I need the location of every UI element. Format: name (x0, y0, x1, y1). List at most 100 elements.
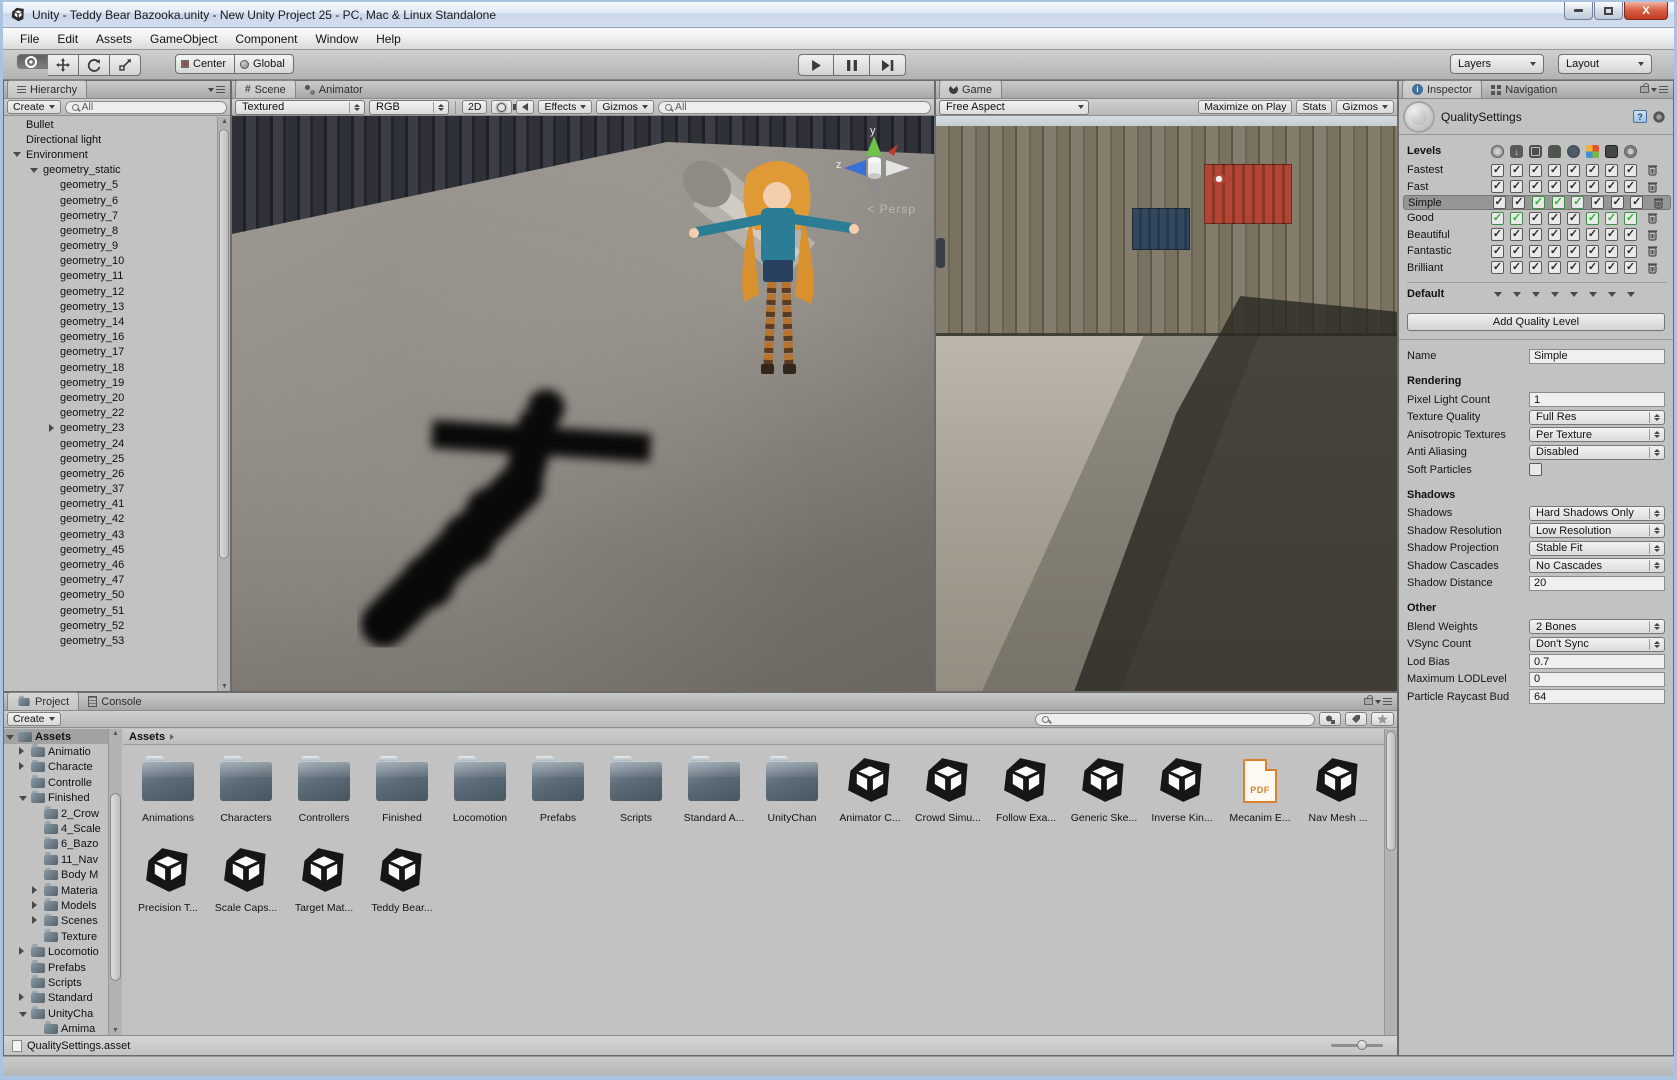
play-button[interactable] (798, 54, 834, 76)
platform-enabled-checkbox[interactable]: ✓ (1491, 244, 1504, 258)
hierarchy-item[interactable]: Environment (4, 147, 217, 162)
slider-knob[interactable] (1357, 1040, 1367, 1050)
quality-level-row[interactable]: Fast ✓ ✓ ✓ ✓ ✓ ✓ ✓ ✓ (1407, 179, 1667, 196)
render-channels-dropdown[interactable]: RGB (369, 99, 449, 115)
hierarchy-item[interactable]: geometry_22 (4, 406, 217, 421)
foldout-closed-icon[interactable] (19, 746, 24, 758)
project-tree-item[interactable]: Locomotio (4, 944, 121, 959)
asset-item[interactable]: Teddy Bear... (363, 843, 441, 929)
menu-item-help[interactable]: Help (367, 29, 410, 49)
platform-enabled-checkbox[interactable]: ✓ (1586, 228, 1599, 242)
platform-enabled-checkbox[interactable]: ✓ (1624, 163, 1637, 177)
hierarchy-item[interactable]: geometry_43 (4, 527, 217, 542)
pause-button[interactable] (834, 54, 870, 76)
scroll-down-icon[interactable]: ▼ (220, 683, 229, 690)
project-tree-item[interactable]: 4_Scale (4, 821, 121, 836)
delete-level-icon[interactable] (1645, 211, 1659, 225)
field-input[interactable]: 0 (1529, 671, 1665, 687)
foldout-open-icon[interactable] (12, 152, 22, 158)
platform-enabled-checkbox[interactable]: ✓ (1605, 211, 1618, 225)
platform-enabled-checkbox[interactable]: ✓ (1548, 180, 1561, 194)
project-tree-item[interactable]: 2_Crow (4, 805, 121, 821)
hierarchy-item[interactable]: geometry_47 (4, 573, 217, 588)
default-quality-dropdown[interactable] (1605, 291, 1618, 297)
asset-item[interactable]: Scale Caps... (207, 843, 285, 929)
game-viewport[interactable] (936, 116, 1397, 691)
hierarchy-item[interactable]: geometry_7 (4, 208, 217, 223)
project-create-button[interactable]: Create (7, 712, 61, 726)
foldout-closed-icon[interactable] (32, 885, 37, 897)
hierarchy-item[interactable]: geometry_14 (4, 314, 217, 329)
lock-icon[interactable] (1640, 83, 1649, 93)
platform-enabled-checkbox[interactable]: ✓ (1605, 244, 1618, 258)
project-tree-item[interactable]: Characte (4, 759, 121, 775)
platform-enabled-checkbox[interactable]: ✓ (1512, 196, 1526, 209)
menu-item-gameobject[interactable]: GameObject (141, 29, 226, 49)
platform-enabled-checkbox[interactable]: ✓ (1529, 228, 1542, 242)
platform-enabled-checkbox[interactable]: ✓ (1624, 228, 1637, 242)
tab-console[interactable]: Console (79, 693, 150, 710)
platform-enabled-checkbox[interactable]: ✓ (1529, 261, 1542, 275)
asset-item[interactable]: Standard A... (675, 753, 753, 839)
platform-enabled-checkbox[interactable]: ✓ (1624, 244, 1637, 258)
aspect-dropdown[interactable]: Free Aspect (939, 99, 1089, 115)
layers-dropdown[interactable]: Layers (1450, 54, 1544, 74)
project-tree-item[interactable]: Finished (4, 790, 121, 806)
hierarchy-item[interactable]: Directional light (4, 132, 217, 147)
default-quality-dropdown[interactable] (1586, 291, 1599, 297)
quality-level-row[interactable]: Good ✓ ✓ ✓ ✓ ✓ ✓ ✓ ✓ (1407, 210, 1667, 227)
hierarchy-item[interactable]: geometry_static (4, 163, 217, 178)
maximize-on-play-button[interactable]: Maximize on Play (1198, 100, 1293, 114)
thumbnail-zoom-slider[interactable] (1331, 1040, 1383, 1050)
title-bar[interactable]: Unity - Teddy Bear Bazooka.unity - New U… (3, 2, 1674, 28)
platform-enabled-checkbox[interactable]: ✓ (1531, 196, 1545, 209)
favorites-button[interactable] (1371, 712, 1394, 726)
platform-enabled-checkbox[interactable]: ✓ (1510, 244, 1523, 258)
minimize-button[interactable] (1564, 2, 1593, 20)
platform-enabled-checkbox[interactable]: ✓ (1567, 261, 1580, 275)
hierarchy-item[interactable]: geometry_16 (4, 330, 217, 345)
platform-enabled-checkbox[interactable]: ✓ (1586, 163, 1599, 177)
scroll-down-icon[interactable]: ▼ (111, 1027, 120, 1034)
hierarchy-item[interactable]: geometry_24 (4, 436, 217, 451)
asset-item[interactable]: Scripts (597, 753, 675, 839)
pivot-global-button[interactable]: Global (235, 54, 294, 74)
platform-enabled-checkbox[interactable]: ✓ (1510, 228, 1523, 242)
delete-level-icon[interactable] (1645, 244, 1659, 258)
stats-button[interactable]: Stats (1296, 100, 1333, 114)
asset-item[interactable]: Finished (363, 753, 441, 839)
menu-item-component[interactable]: Component (226, 29, 306, 49)
hierarchy-item[interactable]: geometry_42 (4, 512, 217, 527)
platform-enabled-checkbox[interactable]: ✓ (1491, 211, 1504, 225)
asset-item[interactable]: PDF Mecanim E... (1221, 753, 1299, 839)
hierarchy-item[interactable]: geometry_8 (4, 223, 217, 238)
field-input[interactable]: 1 (1529, 392, 1665, 408)
platform-enabled-checkbox[interactable]: ✓ (1610, 196, 1624, 209)
asset-item[interactable]: Target Mat... (285, 843, 363, 929)
scene-search-input[interactable]: All (657, 100, 931, 114)
foldout-closed-icon[interactable] (32, 915, 37, 927)
platform-enabled-checkbox[interactable]: ✓ (1492, 196, 1506, 209)
quality-level-row[interactable]: Beautiful ✓ ✓ ✓ ✓ ✓ ✓ ✓ ✓ (1407, 227, 1667, 244)
tab-game[interactable]: Game (939, 80, 1002, 98)
project-tree-item[interactable]: Amima (4, 1021, 121, 1035)
platform-enabled-checkbox[interactable]: ✓ (1548, 163, 1561, 177)
audio-toggle-button[interactable] (513, 100, 535, 114)
platform-enabled-checkbox[interactable]: ✓ (1567, 228, 1580, 242)
platform-enabled-checkbox[interactable]: ✓ (1548, 211, 1561, 225)
hierarchy-item[interactable]: geometry_12 (4, 284, 217, 299)
foldout-closed-icon[interactable] (46, 424, 56, 433)
default-quality-dropdown[interactable] (1529, 291, 1542, 297)
project-tree-item[interactable]: Controlle (4, 775, 121, 790)
game-gizmos-dropdown[interactable]: Gizmos (1336, 100, 1394, 114)
orientation-gizmo[interactable]: y z (828, 122, 920, 206)
tab-hierarchy[interactable]: Hierarchy (7, 80, 88, 98)
asset-item[interactable]: Animations (129, 753, 207, 839)
platform-enabled-checkbox[interactable]: ✓ (1510, 211, 1523, 225)
platform-enabled-checkbox[interactable]: ✓ (1510, 163, 1523, 177)
foldout-closed-icon[interactable] (19, 761, 24, 773)
foldout-closed-icon[interactable] (19, 946, 24, 958)
step-button[interactable] (870, 54, 906, 76)
foldout-open-icon[interactable] (29, 167, 39, 173)
hierarchy-item[interactable]: geometry_13 (4, 299, 217, 314)
